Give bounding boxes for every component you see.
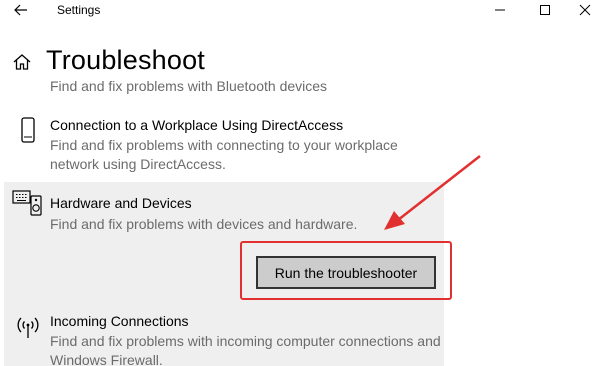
back-arrow-icon bbox=[14, 4, 27, 16]
phone-device-icon bbox=[21, 117, 35, 143]
minimize-icon bbox=[495, 9, 505, 11]
troubleshooter-list: Find and fix problems with Bluetooth dev… bbox=[0, 78, 600, 366]
item-name: Hardware and Devices bbox=[50, 195, 192, 211]
title-bar: Settings bbox=[0, 0, 600, 20]
wireless-signal-icon bbox=[17, 317, 39, 338]
list-item-bluetooth[interactable]: Find and fix problems with Bluetooth dev… bbox=[0, 78, 600, 98]
annotation-highlight-box: Run the troubleshooter bbox=[240, 241, 452, 300]
list-item-directaccess[interactable]: Connection to a Workplace Using DirectAc… bbox=[0, 112, 600, 176]
item-description: Find and fix problems with incoming comp… bbox=[50, 333, 441, 366]
list-item-incoming-connections[interactable]: Incoming Connections Find and fix proble… bbox=[0, 308, 600, 366]
app-title: Settings bbox=[57, 3, 101, 17]
item-description: Find and fix problems with Bluetooth dev… bbox=[50, 78, 328, 94]
keyboard-speaker-icon bbox=[12, 190, 42, 216]
run-troubleshooter-button[interactable]: Run the troubleshooter bbox=[256, 256, 436, 289]
page-title: Troubleshoot bbox=[46, 45, 205, 75]
maximize-icon bbox=[540, 5, 550, 15]
item-description: Find and fix problems with connecting to… bbox=[50, 137, 398, 172]
item-description: Find and fix problems with devices and h… bbox=[50, 216, 358, 232]
close-icon bbox=[579, 4, 591, 16]
minimize-button[interactable] bbox=[480, 0, 520, 20]
item-name: Incoming Connections bbox=[50, 313, 189, 329]
item-name: Connection to a Workplace Using DirectAc… bbox=[50, 117, 344, 133]
maximize-button[interactable] bbox=[525, 0, 565, 20]
back-button[interactable] bbox=[10, 0, 32, 20]
home-icon[interactable] bbox=[12, 52, 32, 72]
close-button[interactable] bbox=[565, 0, 600, 20]
